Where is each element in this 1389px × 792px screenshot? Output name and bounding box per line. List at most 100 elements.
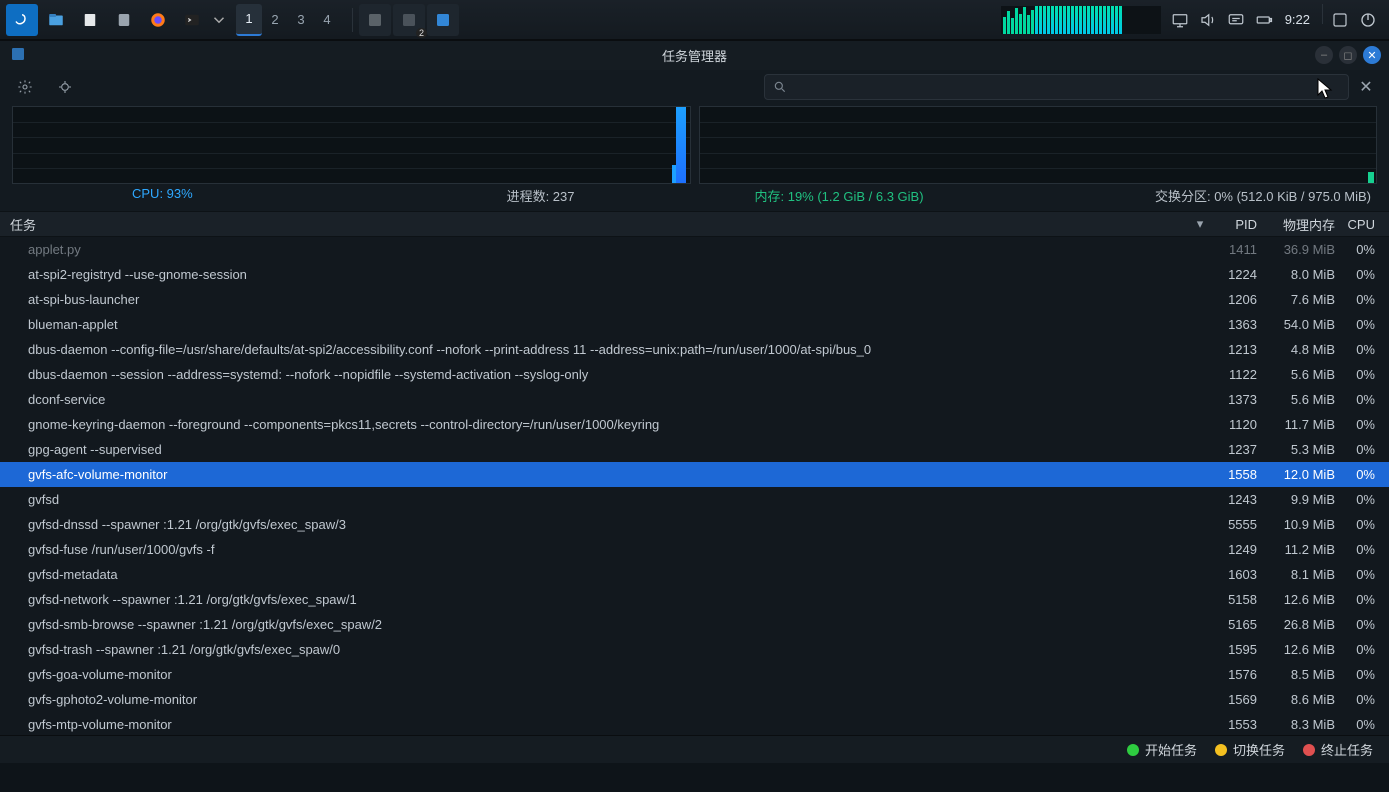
cell-task: gvfs-mtp-volume-monitor: [0, 717, 1189, 732]
cell-memory: 8.0 MiB: [1263, 267, 1341, 282]
workspace-3[interactable]: 3: [288, 4, 314, 36]
cell-task: gvfs-afc-volume-monitor: [0, 467, 1189, 482]
table-row[interactable]: gpg-agent --supervised12375.3 MiB0%: [0, 437, 1389, 462]
cell-memory: 5.6 MiB: [1263, 392, 1341, 407]
start-menu-button[interactable]: [6, 4, 38, 36]
clear-search-button[interactable]: ✕: [1355, 76, 1377, 98]
memory-graph[interactable]: [699, 106, 1378, 184]
notes-icon[interactable]: [108, 4, 140, 36]
table-row[interactable]: gvfs-afc-volume-monitor155812.0 MiB0%: [0, 462, 1389, 487]
cell-pid: 1553: [1211, 717, 1263, 732]
table-row[interactable]: at-spi2-registryd --use-gnome-session122…: [0, 262, 1389, 287]
cell-pid: 1120: [1211, 417, 1263, 432]
locate-icon[interactable]: [52, 74, 78, 100]
cell-memory: 12.0 MiB: [1263, 467, 1341, 482]
minimize-button[interactable]: –: [1315, 46, 1333, 64]
footer-bar: 开始任务 切换任务 终止任务: [0, 735, 1389, 763]
desktop-strip: [0, 763, 1389, 781]
column-task[interactable]: 任务: [0, 215, 1189, 234]
cell-task: gnome-keyring-daemon --foreground --comp…: [0, 417, 1189, 432]
close-button[interactable]: ✕: [1363, 46, 1381, 64]
power-icon[interactable]: [1355, 4, 1381, 36]
running-app-1[interactable]: [359, 4, 391, 36]
switch-task-button[interactable]: 切换任务: [1215, 740, 1285, 759]
table-row[interactable]: gvfsd-dnssd --spawner :1.21 /org/gtk/gvf…: [0, 512, 1389, 537]
cell-task: gvfsd: [0, 492, 1189, 507]
table-row[interactable]: gvfsd-metadata16038.1 MiB0%: [0, 562, 1389, 587]
display-icon[interactable]: [1167, 4, 1193, 36]
file-manager-icon[interactable]: [40, 4, 72, 36]
volume-icon[interactable]: [1195, 4, 1221, 36]
divider: [1322, 4, 1323, 24]
maximize-button[interactable]: ◻: [1339, 46, 1357, 64]
table-row[interactable]: gvfs-gphoto2-volume-monitor15698.6 MiB0%: [0, 687, 1389, 712]
start-task-button[interactable]: 开始任务: [1127, 740, 1197, 759]
process-table[interactable]: applet.py141136.9 MiB0%at-spi2-registryd…: [0, 237, 1389, 735]
cell-pid: 1569: [1211, 692, 1263, 707]
window-titlebar[interactable]: 任务管理器 – ◻ ✕: [0, 40, 1389, 70]
cell-task: at-spi2-registryd --use-gnome-session: [0, 267, 1189, 282]
battery-icon[interactable]: [1251, 4, 1277, 36]
cpu-graph[interactable]: [12, 106, 691, 184]
cell-task: gvfsd-fuse /run/user/1000/gvfs -f: [0, 542, 1189, 557]
cell-memory: 5.6 MiB: [1263, 367, 1341, 382]
table-row[interactable]: gvfs-goa-volume-monitor15768.5 MiB0%: [0, 662, 1389, 687]
table-row[interactable]: dbus-daemon --config-file=/usr/share/def…: [0, 337, 1389, 362]
table-row[interactable]: gvfs-mtp-volume-monitor15538.3 MiB0%: [0, 712, 1389, 735]
chat-icon[interactable]: [1223, 4, 1249, 36]
table-row[interactable]: gvfsd-smb-browse --spawner :1.21 /org/gt…: [0, 612, 1389, 637]
running-app-taskmgr[interactable]: [427, 4, 459, 36]
cell-task: gvfsd-network --spawner :1.21 /org/gtk/g…: [0, 592, 1189, 607]
cell-cpu: 0%: [1341, 542, 1389, 557]
column-cpu[interactable]: CPU: [1341, 217, 1389, 232]
table-row[interactable]: gvfsd-network --spawner :1.21 /org/gtk/g…: [0, 587, 1389, 612]
sort-indicator-icon[interactable]: ▾: [1189, 216, 1211, 232]
column-pid[interactable]: PID: [1211, 217, 1263, 232]
table-row[interactable]: blueman-applet136354.0 MiB0%: [0, 312, 1389, 337]
workspace-1[interactable]: 1: [236, 4, 262, 36]
cell-cpu: 0%: [1341, 692, 1389, 707]
cell-cpu: 0%: [1341, 667, 1389, 682]
table-row[interactable]: gnome-keyring-daemon --foreground --comp…: [0, 412, 1389, 437]
terminal-dropdown-icon[interactable]: [210, 4, 228, 36]
end-task-button[interactable]: 终止任务: [1303, 740, 1373, 759]
cell-memory: 8.3 MiB: [1263, 717, 1341, 732]
table-row[interactable]: applet.py141136.9 MiB0%: [0, 237, 1389, 262]
cpu-usage-graph-tray[interactable]: [1001, 6, 1161, 34]
table-row[interactable]: gvfsd-trash --spawner :1.21 /org/gtk/gvf…: [0, 637, 1389, 662]
table-row[interactable]: gvfsd-fuse /run/user/1000/gvfs -f124911.…: [0, 537, 1389, 562]
column-memory[interactable]: 物理内存: [1263, 215, 1341, 234]
cell-cpu: 0%: [1341, 467, 1389, 482]
cell-pid: 5555: [1211, 517, 1263, 532]
workspace-switcher: 1234: [236, 4, 340, 36]
clock[interactable]: 9:22: [1279, 4, 1316, 36]
running-app-2[interactable]: 2: [393, 4, 425, 36]
cell-cpu: 0%: [1341, 242, 1389, 257]
cpu-usage-label: CPU: 93%: [132, 186, 193, 205]
cell-pid: 1603: [1211, 567, 1263, 582]
files-icon[interactable]: [74, 4, 106, 36]
cell-cpu: 0%: [1341, 567, 1389, 582]
cell-memory: 11.7 MiB: [1263, 417, 1341, 432]
memory-usage-label: 内存: 19% (1.2 GiB / 6.3 GiB): [755, 186, 924, 205]
search-field[interactable]: [764, 74, 1349, 100]
table-row[interactable]: gvfsd12439.9 MiB0%: [0, 487, 1389, 512]
cell-cpu: 0%: [1341, 492, 1389, 507]
cell-task: gvfsd-metadata: [0, 567, 1189, 582]
badge: 2: [416, 28, 427, 38]
table-row[interactable]: dconf-service13735.6 MiB0%: [0, 387, 1389, 412]
cell-pid: 1243: [1211, 492, 1263, 507]
show-desktop-icon[interactable]: [1327, 4, 1353, 36]
table-row[interactable]: dbus-daemon --session --address=systemd:…: [0, 362, 1389, 387]
cell-pid: 1237: [1211, 442, 1263, 457]
firefox-icon[interactable]: [142, 4, 174, 36]
settings-icon[interactable]: [12, 74, 38, 100]
workspace-2[interactable]: 2: [262, 4, 288, 36]
search-input[interactable]: [795, 80, 1340, 95]
cell-pid: 1411: [1211, 242, 1263, 257]
table-row[interactable]: at-spi-bus-launcher12067.6 MiB0%: [0, 287, 1389, 312]
terminal-icon[interactable]: [176, 4, 208, 36]
system-tray: 9:22: [1167, 4, 1383, 36]
workspace-4[interactable]: 4: [314, 4, 340, 36]
cell-task: gvfs-goa-volume-monitor: [0, 667, 1189, 682]
